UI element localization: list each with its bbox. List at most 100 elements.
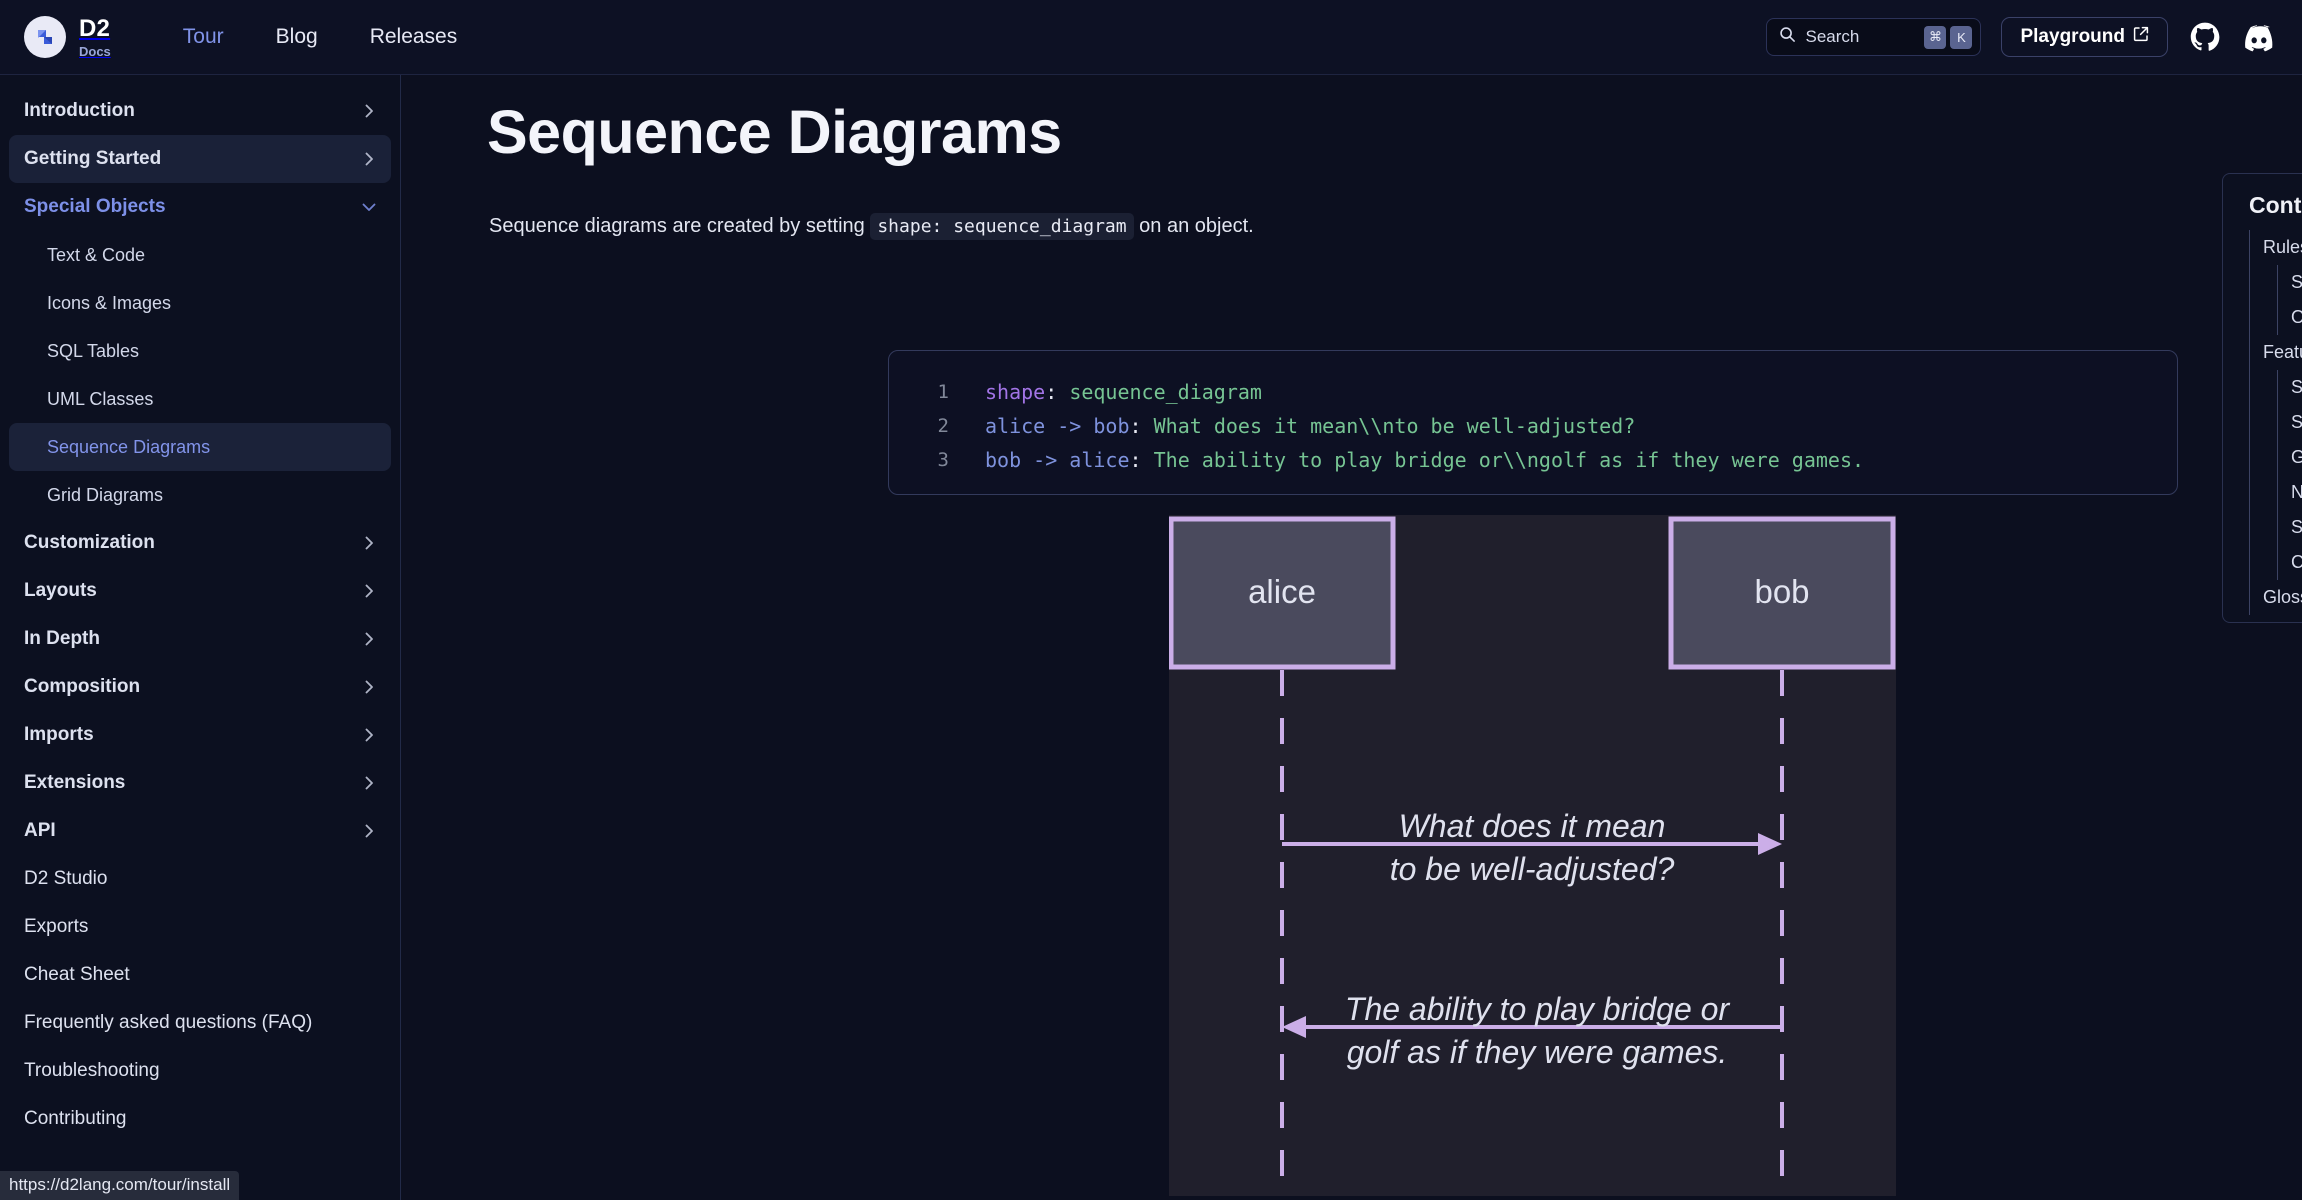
sidebar-item-layouts[interactable]: Layouts [9, 567, 391, 615]
contents-title: Contents [2249, 192, 2302, 218]
toc-indent-guide [2249, 265, 2277, 300]
toc-indent-guide [2249, 440, 2277, 475]
code-block[interactable]: 1 shape: sequence_diagram 2 alice -> bob: W… [888, 350, 2178, 495]
chevron-right-icon [361, 823, 377, 839]
page-title: Sequence Diagrams [487, 98, 1062, 166]
toc-item-groups[interactable]: Groups [2249, 440, 2302, 475]
toc-item-features[interactable]: Features [2249, 335, 2302, 370]
external-link-icon [2133, 26, 2149, 48]
playground-button[interactable]: Playground [2001, 17, 2168, 57]
sidebar-item-cheat-sheet[interactable]: Cheat Sheet [9, 951, 391, 999]
sidebar-item-label: Getting Started [24, 148, 162, 169]
toc-indent-guide [2249, 405, 2277, 440]
sidebar-item-in-depth[interactable]: In Depth [9, 615, 391, 663]
toc-item-rules[interactable]: Rules [2249, 230, 2302, 265]
sidebar-item-label: Special Objects [24, 196, 166, 217]
sidebar-item-special-objects[interactable]: Special Objects [9, 183, 391, 231]
search-input[interactable]: Search ⌘ K [1766, 18, 1982, 56]
toc-item-customization[interactable]: Customization [2249, 545, 2302, 580]
sidebar-item-api[interactable]: API [9, 807, 391, 855]
intro-text-after: on an object. [1133, 215, 1254, 237]
toc-item-label: Ordering [2291, 307, 2302, 327]
code-token: The ability to play bridge or\\ngolf as … [1153, 448, 1865, 472]
toc-item-label: Glossary [2263, 587, 2302, 607]
sidebar-item-label: Cheat Sheet [24, 964, 130, 985]
nav-link-blog[interactable]: Blog [276, 25, 318, 49]
sidebar-item-uml-classes[interactable]: UML Classes [9, 375, 391, 423]
sidebar-item-imports[interactable]: Imports [9, 711, 391, 759]
toc-item-notes[interactable]: Notes [2249, 475, 2302, 510]
sidebar-item-text-code[interactable]: Text & Code [9, 231, 391, 279]
contents-list: Rules Scoping Ordering Features Sequence dia… [2223, 230, 2302, 615]
toc-item-ordering[interactable]: Ordering [2249, 300, 2302, 335]
code-token: -> [1021, 448, 1070, 472]
brand-text: D2 Docs [79, 16, 111, 58]
search-icon [1779, 26, 1796, 48]
toc-item-spans[interactable]: Spans [2249, 405, 2302, 440]
toc-indent-guide [2249, 370, 2277, 405]
code-line: 2 alice -> bob: What does it mean\\nto be… [889, 409, 2177, 443]
code-token: : [1045, 380, 1070, 404]
playground-label: Playground [2020, 26, 2125, 47]
sidebar-item-label: Frequently asked questions (FAQ) [24, 1012, 313, 1033]
toc-item-scoping[interactable]: Scoping [2249, 265, 2302, 300]
sidebar-item-extensions[interactable]: Extensions [9, 759, 391, 807]
sidebar-item-exports[interactable]: Exports [9, 903, 391, 951]
sidebar-item-customization[interactable]: Customization [9, 519, 391, 567]
sidebar-item-sequence-diagrams[interactable]: Sequence Diagrams [9, 423, 391, 471]
nav-link-tour[interactable]: Tour [183, 25, 224, 49]
message-label-2-line2: golf as if they were games. [1347, 1034, 1728, 1070]
code-token: sequence_diagram [1069, 380, 1262, 404]
intro-text-before: Sequence diagrams are created by setting [489, 215, 871, 237]
discord-icon[interactable] [2242, 20, 2276, 54]
search-placeholder-label: Search [1805, 27, 1860, 46]
toc-item-label: Sequence diagrams are D2 objects [2291, 377, 2302, 397]
code-token: alice [1069, 448, 1130, 472]
sidebar-item-troubleshooting[interactable]: Troubleshooting [9, 1047, 391, 1095]
sidebar-item-d2-studio[interactable]: D2 Studio [9, 855, 391, 903]
code-line: 1 shape: sequence_diagram [889, 375, 2177, 409]
kbd-command: ⌘ [1924, 25, 1947, 49]
sidebar-item-label: Grid Diagrams [47, 484, 164, 505]
sidebar-item-introduction[interactable]: Introduction [9, 87, 391, 135]
sidebar-item-grid-diagrams[interactable]: Grid Diagrams [9, 471, 391, 519]
code-token: What does it mean\\nto be well-adjusted? [1153, 414, 1636, 438]
search-shortcut-keys: ⌘ K [1924, 25, 1973, 49]
sidebar-item-getting-started[interactable]: Getting Started [9, 135, 391, 183]
docs-sidebar[interactable]: Introduction Getting Started Special Objec… [0, 75, 401, 1200]
toc-item-label: Groups [2291, 447, 2302, 467]
toc-item-self-messages[interactable]: Self-messages [2249, 510, 2302, 545]
sidebar-item-label: Contributing [24, 1108, 127, 1129]
message-label-1-line2: to be well-adjusted? [1390, 851, 1675, 887]
sidebar-item-icons-images[interactable]: Icons & Images [9, 279, 391, 327]
sidebar-item-frequently-asked-questions-faq[interactable]: Frequently asked questions (FAQ) [9, 999, 391, 1047]
chevron-right-icon [361, 679, 377, 695]
code-token: : [1129, 414, 1154, 438]
actor-label-alice: alice [1248, 573, 1316, 610]
toc-item-label: Notes [2291, 482, 2302, 502]
toc-item-label: Spans [2291, 412, 2302, 432]
code-line-number: 2 [937, 415, 949, 437]
toc-item-sequence-diagrams-are-d2-objects[interactable]: Sequence diagrams are D2 objects [2249, 370, 2302, 405]
sidebar-item-label: Troubleshooting [24, 1060, 160, 1081]
code-token: bob [985, 448, 1022, 472]
top-header: D2 Docs Tour Blog Releases Search ⌘ K Pl… [0, 0, 2302, 75]
sidebar-item-label: Introduction [24, 100, 135, 121]
sidebar-item-label: Text & Code [47, 244, 146, 265]
intro-paragraph: Sequence diagrams are created by setting… [489, 213, 1254, 240]
github-icon[interactable] [2188, 20, 2222, 54]
nav-link-releases[interactable]: Releases [370, 25, 458, 49]
toc-item-label: Rules [2263, 237, 2302, 257]
sequence-diagram-svg: alice bob What does it mean to be well-a… [1169, 516, 1896, 1196]
toc-item-glossary[interactable]: Glossary [2249, 580, 2302, 615]
code-token: shape [985, 380, 1046, 404]
brand-logo-link[interactable]: D2 Docs [24, 16, 111, 58]
toc-item-label: Customization [2291, 552, 2302, 572]
header-actions: Search ⌘ K Playground [1766, 17, 2276, 57]
chevron-right-icon [361, 103, 377, 119]
sidebar-item-contributing[interactable]: Contributing [9, 1095, 391, 1143]
sidebar-item-sql-tables[interactable]: SQL Tables [9, 327, 391, 375]
sidebar-item-composition[interactable]: Composition [9, 663, 391, 711]
chevron-right-icon [361, 631, 377, 647]
kbd-k: K [1950, 25, 1973, 49]
